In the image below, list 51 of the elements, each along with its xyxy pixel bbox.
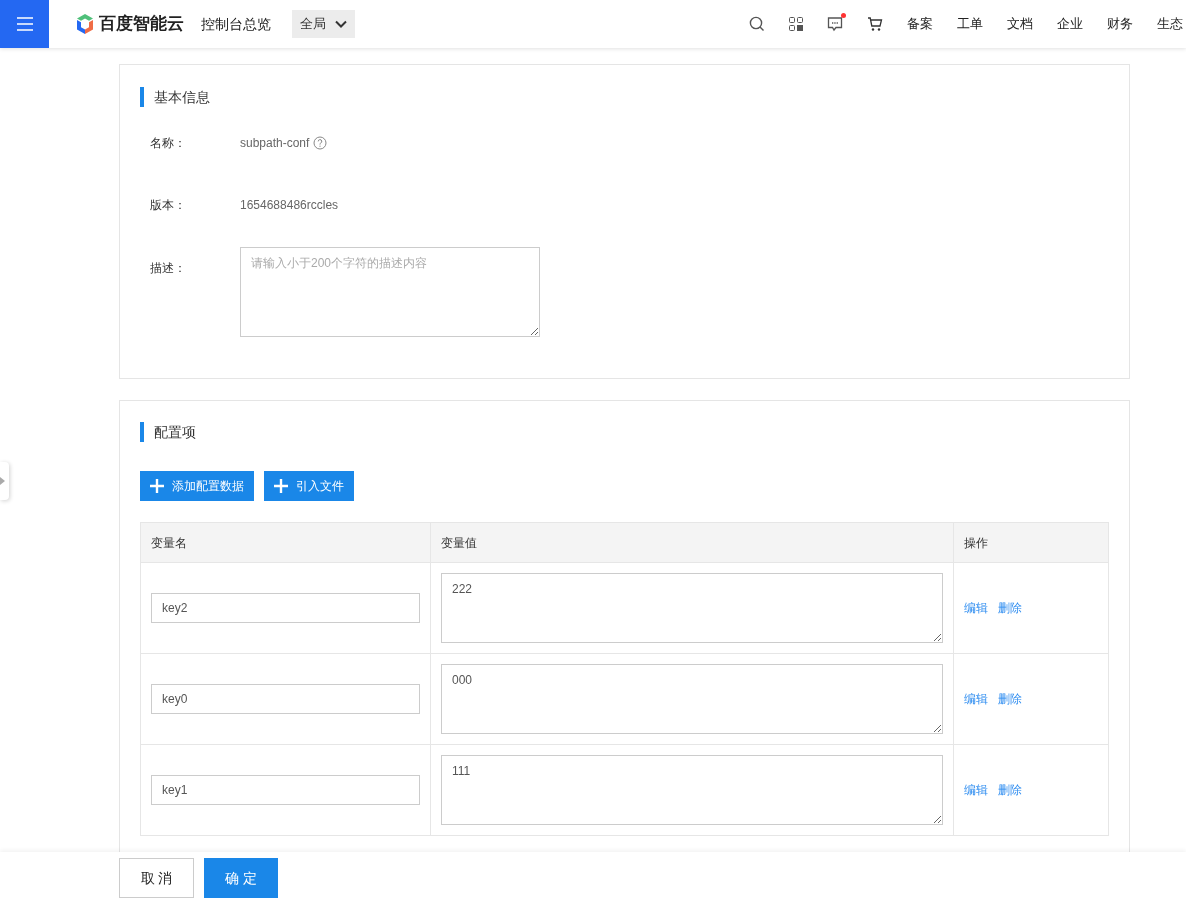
section-title: 基本信息 [154, 87, 210, 107]
action-link[interactable]: 删除 [998, 781, 1022, 799]
chevron-down-icon [335, 20, 347, 28]
console-link[interactable]: 控制台总览 [201, 13, 271, 35]
field-label: 描述： [150, 260, 187, 277]
field-label: 名称： [150, 135, 187, 152]
cancel-button[interactable]: 取 消 [119, 858, 194, 898]
nav-link[interactable]: 生态 [1157, 14, 1183, 34]
menu-icon [15, 16, 34, 32]
field-value: subpath-conf [240, 135, 310, 152]
plus-icon [274, 479, 288, 493]
key-field[interactable]: key1 [151, 775, 420, 805]
nav-link[interactable]: 企业 [1057, 14, 1083, 34]
action-link[interactable]: 删除 [998, 690, 1022, 708]
field-value: 1654688486rccles [240, 197, 339, 214]
key-field[interactable]: key2 [151, 593, 420, 623]
brand-name: 百度智能云 [99, 13, 184, 36]
add-button[interactable]: 添加配置数据 [140, 471, 254, 501]
nav-link[interactable]: 文档 [1007, 14, 1033, 34]
value-field[interactable]: 222 [441, 573, 943, 643]
section-marker [140, 422, 144, 442]
confirm-button[interactable]: 确 定 [204, 858, 278, 898]
side-toggle[interactable] [0, 462, 9, 500]
action-link[interactable]: 编辑 [964, 599, 988, 617]
nav-link[interactable]: 财务 [1107, 14, 1133, 34]
value-field[interactable]: 111 [441, 755, 943, 825]
logo-icon [75, 13, 95, 35]
qr-code-icon[interactable] [789, 17, 803, 31]
region-dropdown[interactable]: 全局 [292, 10, 355, 38]
description-field[interactable]: 请输入小于200个字符的描述内容 [240, 247, 540, 337]
section-title: 配置项 [154, 422, 196, 442]
message-icon[interactable] [827, 16, 843, 32]
column-header: 操作 [953, 522, 1109, 563]
plus-icon [150, 479, 164, 493]
column-header: 变量值 [430, 522, 954, 563]
action-link[interactable]: 删除 [998, 599, 1022, 617]
menu-button[interactable] [0, 0, 49, 48]
cart-icon[interactable] [867, 16, 883, 32]
section-marker [140, 87, 144, 107]
key-field[interactable]: key0 [151, 684, 420, 714]
value-field[interactable]: 000 [441, 664, 943, 734]
help-icon[interactable] [313, 136, 328, 150]
action-link[interactable]: 编辑 [964, 781, 988, 799]
field-label: 版本： [150, 197, 187, 214]
action-link[interactable]: 编辑 [964, 690, 988, 708]
nav-link[interactable]: 工单 [957, 14, 983, 34]
column-header: 变量名 [140, 522, 431, 563]
nav-link[interactable]: 备案 [907, 14, 933, 34]
search-icon[interactable] [749, 16, 765, 32]
add-button[interactable]: 引入文件 [264, 471, 354, 501]
caret-right-icon [0, 477, 5, 485]
